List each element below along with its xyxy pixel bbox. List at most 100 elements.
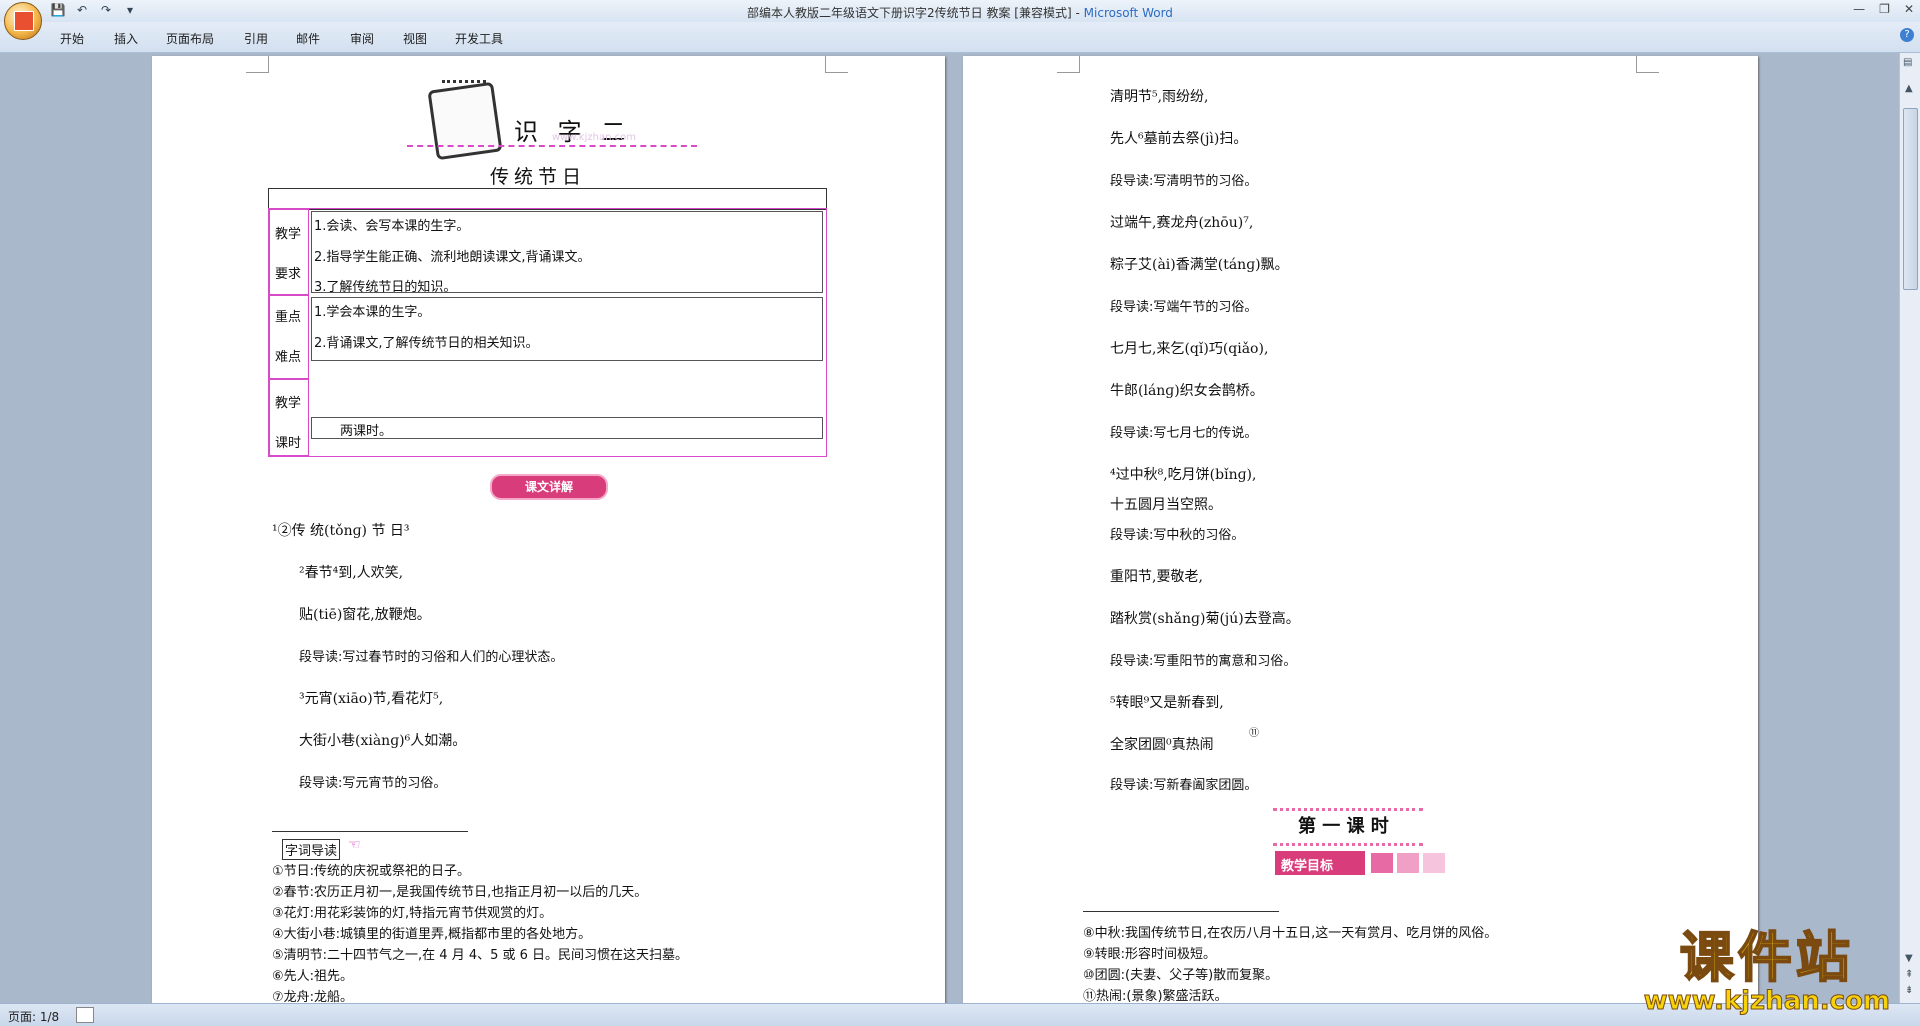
goal-badge: 教学目标: [1281, 859, 1334, 874]
header-underline: [407, 145, 697, 147]
poem-line: 过端午,赛龙舟(zhōu)⁷,: [1110, 215, 1254, 231]
goals-label-line: 教学: [275, 227, 302, 242]
window-controls: — ❐ ✕: [1853, 2, 1914, 16]
ribbon-tabs: 开始 插入 页面布局 引用 邮件 审阅 视图 开发工具 ?: [0, 22, 1920, 53]
scroll-up-icon[interactable]: ▲: [1905, 83, 1913, 94]
poem-line: 清明节⁵,雨纷纷,: [1110, 89, 1209, 105]
decor-square: [1397, 853, 1419, 873]
poem-line: ⁵转眼⁹又是新春到,: [1110, 695, 1224, 711]
poem-line: 大街小巷(xiànɡ)⁶人如潮。: [299, 733, 467, 749]
footnote: ③花灯:用花彩装饰的灯,特指元宵节供观赏的灯。: [272, 906, 553, 921]
site-watermark: 课件站 www.kjzhan.com: [1643, 926, 1890, 1016]
lesson-plan-table: 教学 要求 1.会读、会写本课的生字。 2.指导学生能正确、流利地朗读课文,背诵…: [268, 208, 827, 457]
section-guide: 段导读:写元宵节的习俗。: [299, 776, 447, 791]
section-guide: 段导读:写清明节的习俗。: [1110, 174, 1258, 189]
goals-cell: 1.会读、会写本课的生字。 2.指导学生能正确、流利地朗读课文,背诵课文。 3.…: [311, 211, 823, 295]
poem-line: ³元宵(xiāo)节,看花灯⁵,: [299, 691, 444, 707]
pointer-hand-icon: ☜: [348, 837, 361, 853]
header-watermark: www.kjzhan.com: [552, 132, 636, 143]
scroll-down-icon[interactable]: ▼: [1905, 953, 1913, 964]
document-workspace: 识 字 二 www.kjzhan.com 传统节日 教学 要求 1.会读、会写本…: [0, 53, 1900, 1003]
quick-access-toolbar: 💾 ↶ ↷ ▾: [50, 3, 138, 18]
section-guide: 段导读:写七月七的传说。: [1110, 426, 1258, 441]
poem-line: 重阳节,要敬老,: [1110, 569, 1203, 585]
next-page-icon[interactable]: ⇟: [1905, 985, 1913, 996]
footnote: ①节日:传统的庆祝或祭祀的日子。: [272, 864, 471, 879]
goals-label-cell: 教学 要求: [269, 209, 309, 295]
poem-line: 七月七,来乞(qǐ)巧(qiǎo),: [1110, 341, 1269, 357]
customize-qat-icon[interactable]: ▾: [122, 3, 138, 18]
redo-icon[interactable]: ↷: [98, 3, 114, 18]
tab-review[interactable]: 审阅: [350, 30, 374, 47]
status-bar: 页面: 1/8: [0, 1003, 1920, 1026]
key-points-cell: 1.学会本课的生字。 2.背诵课文,了解传统节日的相关知识。: [311, 297, 823, 361]
tab-home[interactable]: 开始: [60, 30, 84, 47]
hours-label-line: 教学: [275, 396, 302, 411]
section-guide: 段导读:写新春阖家团圆。: [1110, 778, 1258, 793]
footnote: ⑩团圆:(夫妻、父子等)散而复聚。: [1083, 968, 1279, 983]
page-2: 清明节⁵,雨纷纷, 先人⁶墓前去祭(jì)扫。 段导读:写清明节的习俗。 过端午…: [963, 56, 1758, 1003]
maximize-icon[interactable]: ❐: [1879, 2, 1890, 16]
hours-cell: 两课时。: [311, 417, 823, 439]
notebook-icon: [427, 81, 503, 161]
hours-value: 两课时。: [340, 424, 393, 439]
goal-item: 3.了解传统节日的知识。: [314, 280, 457, 295]
vertical-scrollbar[interactable]: ▤ ▲ ▼ ⇞ ⇟: [1899, 53, 1920, 1003]
decor-square: [1423, 853, 1445, 873]
undo-icon[interactable]: ↶: [74, 3, 90, 18]
previous-page-icon[interactable]: ⇞: [1905, 969, 1913, 980]
tab-insert[interactable]: 插入: [114, 30, 138, 47]
ruler-toggle-icon[interactable]: ▤: [1903, 57, 1912, 68]
footnote: ②春节:农历正月初一,是我国传统节日,也指正月初一以后的几天。: [272, 885, 648, 900]
office-button[interactable]: [4, 2, 42, 40]
decor-square: [1371, 853, 1393, 873]
footnote: ⑨转眼:形容时间极短。: [1083, 947, 1217, 962]
margin-mark: [246, 56, 269, 73]
footnote-separator: [1083, 911, 1279, 912]
goal-item: 2.指导学生能正确、流利地朗读课文,背诵课文。: [314, 250, 591, 265]
poem-line: 十五圆月当空照。: [1110, 497, 1222, 513]
window-title: 部编本人教版二年级语文下册识字2传统节日 教案 [兼容模式] - Microso…: [0, 4, 1920, 21]
section-guide: 段导读:写重阳节的寓意和习俗。: [1110, 654, 1297, 669]
page-1: 识 字 二 www.kjzhan.com 传统节日 教学 要求 1.会读、会写本…: [152, 56, 945, 1003]
proofing-icon[interactable]: [76, 1007, 94, 1023]
save-icon[interactable]: 💾: [50, 3, 66, 18]
poem-line: ²春节⁴到,人欢笑,: [299, 565, 404, 581]
footnote-marker: ⑪: [1249, 728, 1259, 739]
key-label-line: 难点: [275, 350, 302, 365]
footnote: ⑪热闹:(景象)繁盛活跃。: [1083, 989, 1228, 1003]
tab-view[interactable]: 视图: [403, 30, 427, 47]
close-icon[interactable]: ✕: [1904, 2, 1914, 16]
poem-line: 贴(tiē)窗花,放鞭炮。: [299, 607, 431, 623]
lesson-title: 传统节日: [490, 166, 587, 188]
margin-mark: [825, 56, 848, 73]
title-bar: 部编本人教版二年级语文下册识字2传统节日 教案 [兼容模式] - Microso…: [0, 0, 1920, 22]
poem-line: 全家团圆⁰真热闹: [1110, 737, 1214, 753]
hours-label-cell: 教学 课时: [269, 379, 309, 456]
section-guide: 段导读:写端午节的习俗。: [1110, 300, 1258, 315]
footnote: ⑤清明节:二十四节气之一,在 4 月 4、5 或 6 日。民间习惯在这天扫墓。: [272, 948, 689, 963]
watermark-text: 课件站: [1679, 926, 1854, 989]
key-label-cell: 重点 难点: [269, 295, 309, 379]
scrollbar-thumb[interactable]: [1903, 108, 1918, 290]
page-indicator[interactable]: 页面: 1/8: [8, 1008, 59, 1025]
tab-page-layout[interactable]: 页面布局: [166, 30, 214, 47]
ring-binding-icon: [442, 80, 486, 93]
help-icon[interactable]: ?: [1900, 28, 1914, 42]
footnote-separator: [272, 831, 468, 832]
margin-mark: [1636, 56, 1659, 73]
key-item: 1.学会本课的生字。: [314, 305, 431, 320]
watermark-url: www.kjzhan.com: [1643, 986, 1890, 1016]
office-logo-icon: [14, 11, 34, 31]
tab-developer[interactable]: 开发工具: [455, 30, 503, 47]
section-guide: 段导读:写过春节时的习俗和人们的心理状态。: [299, 650, 564, 665]
text-explanation-badge: 课文详解: [490, 474, 608, 500]
poem-line: ⁴过中秋⁸,吃月饼(bǐnɡ),: [1110, 467, 1257, 483]
table-top-row: [268, 188, 827, 210]
poem-line: ¹②传 统(tǒnɡ) 节 日³: [272, 523, 410, 539]
section-guide: 段导读:写中秋的习俗。: [1110, 528, 1245, 543]
poem-line: 粽子艾(ài)香满堂(tánɡ)飘。: [1110, 257, 1289, 273]
minimize-icon[interactable]: —: [1853, 2, 1865, 16]
tab-mailings[interactable]: 邮件: [296, 30, 320, 47]
tab-references[interactable]: 引用: [244, 30, 268, 47]
